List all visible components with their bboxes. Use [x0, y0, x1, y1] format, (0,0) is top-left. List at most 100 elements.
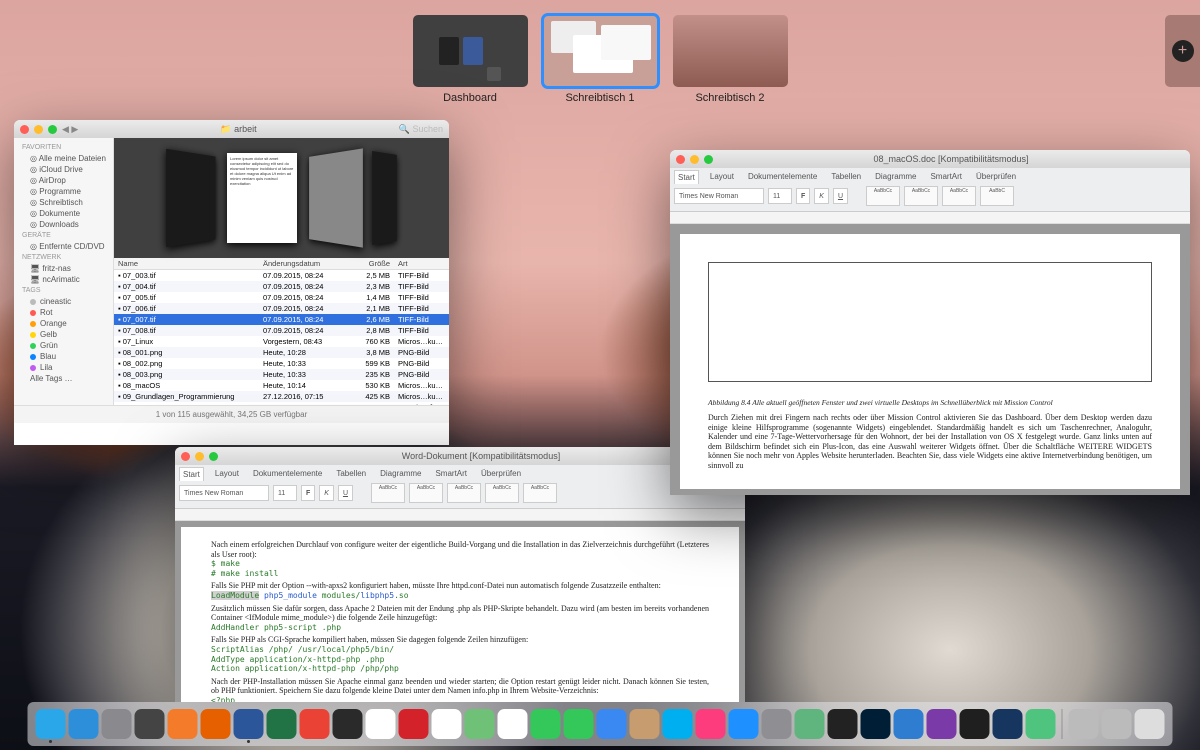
dock-app-photos[interactable] [498, 709, 528, 739]
minimize-button[interactable] [195, 452, 204, 461]
sidebar-tag[interactable]: Gelb [14, 329, 113, 340]
minimize-button[interactable] [690, 155, 699, 164]
space-desktop-2[interactable]: Schreibtisch 2 [673, 15, 788, 104]
close-button[interactable] [181, 452, 190, 461]
dock-app-appstore[interactable] [729, 709, 759, 739]
style-preview[interactable]: AaBbCc [942, 186, 976, 206]
zoom-button[interactable] [48, 125, 57, 134]
page[interactable]: Nach einem erfolgreichen Durchlauf von c… [181, 527, 739, 702]
sidebar-item[interactable]: ◎ Alle meine Dateien [14, 153, 113, 164]
dock-app-firefox[interactable] [201, 709, 231, 739]
ribbon-tab[interactable]: Start [674, 170, 699, 184]
dock-app-facetime[interactable] [564, 709, 594, 739]
style-preview[interactable]: AaBbCc [485, 483, 519, 503]
space-desktop-1[interactable]: Schreibtisch 1 [543, 15, 658, 104]
italic-button[interactable]: K [319, 485, 334, 501]
style-preview[interactable]: AaBbCc [523, 483, 557, 503]
col-name[interactable]: Name [114, 258, 259, 269]
coverflow-view[interactable]: Lorem ipsum dolor sit amet consectetur a… [114, 138, 449, 258]
dock-app-terminal[interactable] [828, 709, 858, 739]
dock-app-xampp[interactable] [168, 709, 198, 739]
dock-app-word[interactable] [234, 709, 264, 739]
ruler[interactable] [175, 509, 745, 521]
ribbon-tab[interactable]: Dokumentelemente [250, 467, 325, 481]
style-preview[interactable]: AaBbCc [409, 483, 443, 503]
style-preview[interactable]: AaBbCc [904, 186, 938, 206]
ribbon-tab[interactable]: Layout [212, 467, 242, 481]
dock-downloads2[interactable] [1102, 709, 1132, 739]
word-ribbon[interactable]: StartLayoutDokumentelementeTabellenDiagr… [670, 168, 1190, 212]
file-row[interactable]: ▪ 08_001.pngHeute, 10:283,8 MBPNG-Bild [114, 347, 449, 358]
sidebar-tag[interactable]: Alle Tags … [14, 373, 113, 384]
add-space-button[interactable]: + [1165, 15, 1200, 87]
dock-app-maps[interactable] [465, 709, 495, 739]
file-row[interactable]: ▪ 07_007.tif07.09.2015, 08:242,6 MBTIFF-… [114, 314, 449, 325]
file-row[interactable]: ▪ 09_Grundlagen_Programmierung27.12.2016… [114, 391, 449, 402]
dock-app-time-machine[interactable] [1026, 709, 1056, 739]
dock-app-kindle[interactable] [960, 709, 990, 739]
dock-downloads[interactable] [1069, 709, 1099, 739]
dock-app-excel[interactable] [267, 709, 297, 739]
finder-window[interactable]: ◀ ▶ 📁 arbeit 🔍 Suchen Favoriten ◎ Alle m… [14, 120, 449, 445]
ribbon-tab[interactable]: Tabellen [333, 467, 369, 481]
close-button[interactable] [20, 125, 29, 134]
sidebar-tag[interactable]: Orange [14, 318, 113, 329]
sidebar-item[interactable]: ◎ Dokumente [14, 208, 113, 219]
underline-button[interactable]: U [833, 188, 848, 204]
coverflow-item[interactable] [309, 148, 363, 247]
ribbon-tab[interactable]: Diagramme [872, 170, 919, 184]
sidebar-item[interactable]: 🖥 fritz-nas [14, 263, 113, 274]
dock-app-launchpad[interactable] [102, 709, 132, 739]
ruler[interactable] [670, 212, 1190, 224]
file-row[interactable]: ▪ 07_008.tif07.09.2015, 08:242,8 MBTIFF-… [114, 325, 449, 336]
sidebar-tag[interactable]: Blau [14, 351, 113, 362]
sidebar-item[interactable]: ◎ AirDrop [14, 175, 113, 186]
zoom-button[interactable] [209, 452, 218, 461]
dock-app-skype[interactable] [663, 709, 693, 739]
dock-app-virtualbox[interactable] [993, 709, 1023, 739]
style-preview[interactable]: AaBbC [980, 186, 1014, 206]
search-input[interactable]: 🔍 Suchen [399, 124, 443, 135]
dock[interactable] [28, 702, 1173, 746]
word1-titlebar[interactable]: Word-Dokument [Kompatibilitätsmodus] [175, 447, 745, 465]
zoom-button[interactable] [704, 155, 713, 164]
coverflow-item[interactable] [372, 151, 397, 245]
close-button[interactable] [676, 155, 685, 164]
finder-titlebar[interactable]: ◀ ▶ 📁 arbeit 🔍 Suchen [14, 120, 449, 138]
minimize-button[interactable] [34, 125, 43, 134]
space-dashboard[interactable]: Dashboard [413, 15, 528, 104]
ribbon-tab[interactable]: Layout [707, 170, 737, 184]
dock-app-itunes[interactable] [696, 709, 726, 739]
dock-app-messages[interactable] [531, 709, 561, 739]
coverflow-item[interactable]: Lorem ipsum dolor sit amet consectetur a… [227, 153, 297, 243]
col-date[interactable]: Änderungsdatum [259, 258, 349, 269]
sidebar-item[interactable]: ◎ Schreibtisch [14, 197, 113, 208]
ribbon-tab[interactable]: SmartArt [927, 170, 965, 184]
window-controls[interactable] [20, 125, 57, 134]
font-name-select[interactable]: Times New Roman [674, 188, 764, 204]
dock-app-app-w[interactable] [894, 709, 924, 739]
sidebar-item[interactable]: ◎ Entfernte CD/DVD [14, 241, 113, 252]
coverflow-item[interactable] [166, 149, 216, 247]
font-size-select[interactable]: 11 [768, 188, 792, 204]
style-preview[interactable]: AaBbCc [447, 483, 481, 503]
dock-app-contacts[interactable] [630, 709, 660, 739]
bold-button[interactable]: F [301, 485, 315, 501]
font-name-select[interactable]: Times New Roman [179, 485, 269, 501]
file-row[interactable]: ▪ 07_LinuxVorgestern, 08:43760 KBMicros…… [114, 336, 449, 347]
file-row[interactable]: ▪ 10_001.eps29.10.2015, 15:181 MBEPS (E…… [114, 402, 449, 405]
sidebar-tag[interactable]: Rot [14, 307, 113, 318]
file-row[interactable]: ▪ 07_005.tif07.09.2015, 08:241,4 MBTIFF-… [114, 292, 449, 303]
dock-app-app-x[interactable] [927, 709, 957, 739]
dock-app-atom[interactable] [795, 709, 825, 739]
word-ribbon[interactable]: StartLayoutDokumentelementeTabellenDiagr… [175, 465, 745, 509]
style-preview[interactable]: AaBbCc [866, 186, 900, 206]
italic-button[interactable]: K [814, 188, 829, 204]
col-kind[interactable]: Art [394, 258, 449, 269]
dock-app-calendar[interactable] [366, 709, 396, 739]
file-row[interactable]: ▪ 07_004.tif07.09.2015, 08:242,3 MBTIFF-… [114, 281, 449, 292]
dock-app-chrome[interactable] [300, 709, 330, 739]
file-row[interactable]: ▪ 08_002.pngHeute, 10:33599 KBPNG-Bild [114, 358, 449, 369]
ribbon-tab[interactable]: SmartArt [432, 467, 470, 481]
file-row[interactable]: ▪ 07_003.tif07.09.2015, 08:242,5 MBTIFF-… [114, 270, 449, 281]
